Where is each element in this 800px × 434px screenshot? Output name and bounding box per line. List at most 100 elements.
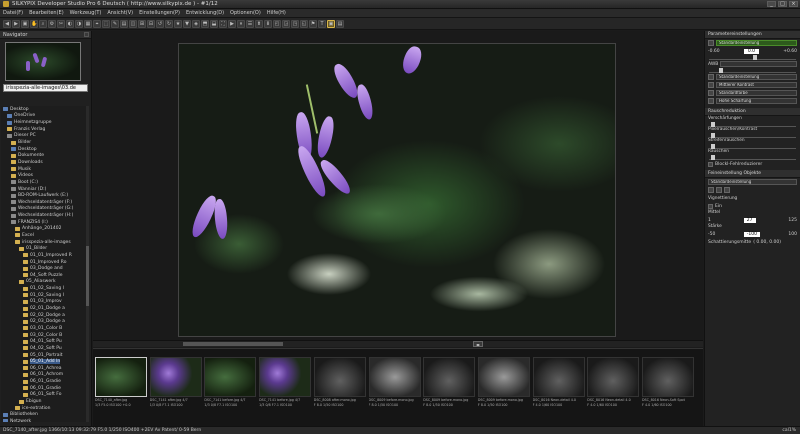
tree-item[interactable]: 01_02_Saving I [1,292,89,299]
film-thumbnail[interactable]: DSC_7140_after.jpg 1/3 F5.0 ISO100 +0.0 [95,357,147,417]
film-thumbnail[interactable]: DSC_8008 after.mono.jpg F 8.0 1/50 ISO100 [313,357,366,417]
tree-scrollbar[interactable] [86,106,89,422]
tree-item[interactable]: 01_Improved Ro [1,259,89,266]
tree-item[interactable]: ice-extration [1,405,89,412]
toolbar-button[interactable]: ⚙ [48,19,56,28]
tool-icon[interactable] [724,187,730,193]
tree-item[interactable]: 01_02_Saving I [1,285,89,292]
film-thumbnail[interactable]: DSC_7141 before.jpg 4/7 1/3 0/8 F7.1 ISO1… [259,357,312,417]
tree-item[interactable]: Musik [1,166,89,173]
tree-item[interactable]: 02_01_Dodge a [1,305,89,312]
close-button[interactable]: × [789,1,798,7]
toolbar-button[interactable]: ▶ [12,19,20,28]
toolbar-button[interactable]: ◰ [273,19,281,28]
color-style-dropdown[interactable]: Standardfarbe [716,90,797,96]
slider-knob[interactable] [711,144,715,149]
tree-item[interactable]: Downloads [1,159,89,166]
vignette-checkbox[interactable] [708,203,713,209]
toolbar-button[interactable]: ◀ [3,19,11,28]
toolbar-button[interactable]: ⬇ [264,19,272,28]
toolbar-button[interactable]: ✂ [57,19,65,28]
film-thumbnail[interactable]: DSC_7141 after.jpg 4/7 1/3 0/8 F7.1 ISO10… [149,357,202,417]
toolbar-button[interactable]: ▤ [120,19,128,28]
slider-knob[interactable] [711,133,715,138]
color-dropdown[interactable]: Standardeinstellung [716,74,797,80]
close-icon[interactable] [84,32,89,37]
tree-item[interactable]: 01_03_Improv [1,299,89,306]
tree-item[interactable]: Desktop [1,106,89,113]
menu-develop[interactable]: Entwicklung(D) [186,10,224,16]
toolbar-button[interactable]: ★ [174,19,182,28]
tree-item[interactable]: 06_01_Achrea [1,365,89,372]
menu-help[interactable]: Hilfe(H) [267,10,286,16]
toolbar-button[interactable]: ↺ [156,19,164,28]
toolbar-button[interactable]: ▤ [336,19,344,28]
tree-item[interactable]: Wanniar (D:) [1,186,89,193]
exposure-slider[interactable] [709,55,796,60]
toolbar-button[interactable]: ◑ [75,19,83,28]
slider-knob[interactable] [753,55,757,60]
tree-item[interactable]: Dieser PC [1,133,89,140]
exposure-value[interactable]: 0.0 [743,48,760,54]
tree-item[interactable]: 01_Bilder [1,245,89,252]
mittel-value[interactable]: 27 [743,217,756,223]
toolbar-button[interactable]: ⬆ [255,19,263,28]
starke-value[interactable]: -100 [743,231,760,237]
tree-item[interactable]: Bilder [1,139,89,146]
tree-item[interactable]: 04_02_Soft Pu [1,345,89,352]
menu-tools[interactable]: Werkzeug(T) [70,10,102,16]
tool-icon[interactable] [708,187,714,193]
contrast-dropdown[interactable]: Mittlerer Kontrast [716,82,797,88]
tree-item[interactable]: 05_01_Portrait [1,352,89,359]
objects-preset-dropdown[interactable]: Standardeinstellung [708,179,797,185]
toolbar-button[interactable]: ▼ [183,19,191,28]
noise-slider-3[interactable] [709,144,796,149]
tree-item[interactable]: OneDrive [1,113,89,120]
sharpness-dropdown[interactable]: Hohe Schärfung [716,98,797,104]
toolbar-button[interactable]: ↻ [165,19,173,28]
toolbar-button[interactable]: T [318,19,326,28]
toolbar-button[interactable]: ◫ [129,19,137,28]
toolbar-button[interactable]: ☰ [246,19,254,28]
film-thumbnail[interactable]: DSC_8009 before.mono.jpg F 8.0 1/50 ISO10… [423,357,476,417]
toolbar-button[interactable]: ◱ [300,19,308,28]
tree-item[interactable]: BD-ROM-Laufwerk (E:) [1,192,89,199]
navigator-thumbnail[interactable] [5,42,81,81]
scroll-thumb[interactable] [86,246,89,306]
slider-knob[interactable] [719,68,723,73]
film-thumbnail[interactable]: DSC_8009 before.mono.jpg F 8.0 1/50 ISO10… [368,357,421,417]
menu-options[interactable]: Optionen(O) [230,10,261,16]
film-thumbnail[interactable]: DSC_8009 before.mono.jpg F 8.0 1/50 ISO10… [477,357,530,417]
film-thumbnail[interactable]: DSC_8016 Neon-Soft Spot F 4.0 1/60 ISO100 [642,357,694,417]
slider-knob[interactable] [711,155,715,160]
tree-item[interactable]: Dokumente [1,152,89,159]
toolbar-button[interactable]: ⬚ [102,19,110,28]
tree-item[interactable]: 06_01_Achrom [1,372,89,379]
tree-item[interactable]: Netzwerk [1,418,89,422]
tree-item[interactable]: 02_02_Dodge a [1,312,89,319]
tree-item[interactable]: 06_01_Soft Fo [1,392,89,399]
noise-slider-4[interactable] [709,155,796,160]
menu-file[interactable]: Datei(F) [3,10,23,16]
noise-slider-2[interactable] [709,133,796,138]
toolbar-button[interactable]: ⊞ [138,19,146,28]
tool-icon[interactable] [716,187,722,193]
tree-item[interactable]: Anhänge_201402 [1,226,89,233]
tree-item[interactable]: Desktop [1,146,89,153]
film-thumbnail[interactable]: DSC_7141 before.jpg 4/7 1/3 0/8 F7.1 ISO1… [204,357,257,417]
preset-dropdown[interactable]: Standardeinstellung [716,40,797,46]
horizontal-scrollbar[interactable]: ◂▸ [93,340,703,347]
tree-item[interactable]: 03_01_Color B [1,325,89,332]
slider-knob[interactable] [711,122,715,127]
section-header-objects[interactable]: Feineinstellung Objekte [705,170,800,178]
film-thumbnail[interactable]: DSC_8016 Neon-detail 4.0 F 4.0 1/60 ISO10… [587,357,640,417]
toolbar-button[interactable]: ▦ [84,19,92,28]
checkbox[interactable] [708,161,713,167]
toolbar-button[interactable]: ⬓ [210,19,218,28]
palette-icon[interactable] [708,74,714,80]
toolbar-button[interactable]: ✋ [30,19,38,28]
toolbar-button[interactable]: ⌖ [93,19,101,28]
toolbar-button[interactable]: ⌕ [39,19,47,28]
tree-item[interactable]: 04_Soft Puzzle [1,272,89,279]
tree-item[interactable]: Ebigun [1,398,89,405]
